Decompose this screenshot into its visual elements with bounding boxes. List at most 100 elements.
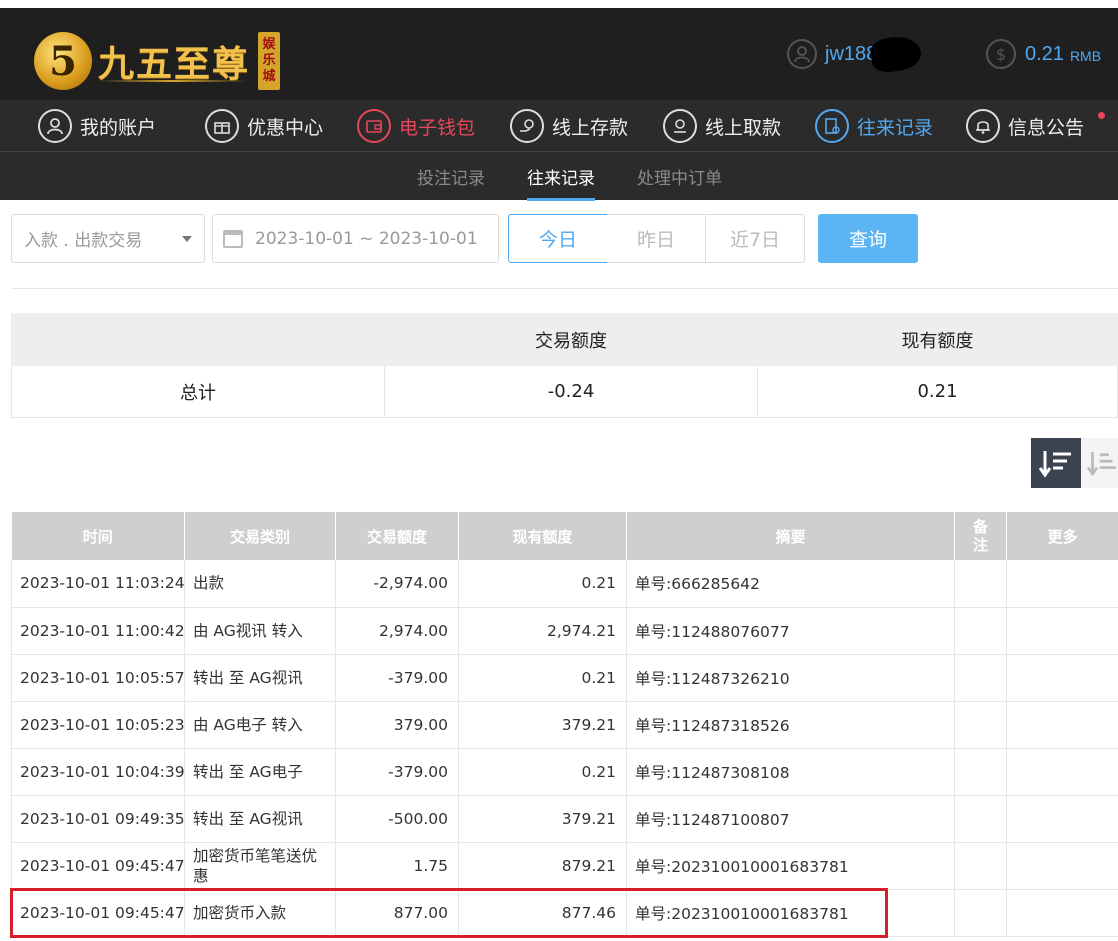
tab-transaction-records[interactable]: 往来记录 (527, 164, 595, 201)
cell-summary: 单号:202310010001683781 (626, 889, 955, 937)
logo-badge-char: 城 (262, 69, 276, 84)
period-7days-button[interactable]: 近7日 (705, 214, 805, 263)
cell-balance: 877.46 (458, 889, 627, 937)
nav-my-account[interactable]: 我的账户 (38, 108, 156, 144)
dollar-coin-icon: $ (986, 39, 1016, 69)
summary-total-amount: -0.24 (384, 365, 758, 418)
cell-amount: -379.00 (335, 748, 459, 796)
col-header-amount: 交易额度 (335, 512, 459, 560)
cell-summary: 单号:112488076077 (626, 607, 955, 655)
cell-amount: 1.75 (335, 842, 459, 890)
logo-badge-char: 娱 (262, 37, 276, 52)
summary-table: 交易额度 现有额度 总计 -0.24 0.21 (11, 313, 1118, 418)
chevron-down-icon (182, 236, 192, 242)
cell-more (1006, 842, 1118, 890)
logo-mark: 5 (34, 32, 92, 90)
table-row: 2023-10-01 10:05:57 转出 至 AG视讯 -379.00 0.21 单… (11, 654, 1118, 702)
col-header-balance: 现有额度 (458, 512, 627, 560)
cell-balance: 0.21 (458, 560, 627, 608)
cell-remark (954, 842, 1007, 890)
balance-value: 0.21 (1025, 42, 1064, 65)
cell-time: 2023-10-01 09:45:47 (11, 889, 185, 937)
cell-summary: 单号:112487308108 (626, 748, 955, 796)
cell-summary: 单号:112487318526 (626, 701, 955, 749)
nav-transaction-records[interactable]: 往来记录 (815, 108, 933, 144)
cell-summary: 单号:112487326210 (626, 654, 955, 702)
tab-bet-records[interactable]: 投注记录 (417, 164, 485, 200)
cell-summary: 单号:666285642 (626, 560, 955, 608)
logo-ornament (98, 80, 248, 82)
cell-type: 转出 至 AG视讯 (184, 795, 336, 843)
col-header-remark: 备注 (954, 512, 1007, 560)
top-header: 5 九五至尊 娱 乐 城 (0, 0, 1118, 100)
cell-time: 2023-10-01 10:05:57 (11, 654, 185, 702)
period-today-button[interactable]: 今日 (508, 214, 608, 263)
cell-type: 转出 至 AG视讯 (184, 654, 336, 702)
nav-promotions[interactable]: 优惠中心 (205, 108, 323, 144)
select-value: 入款 . 出款交易 (24, 231, 143, 251)
cell-more (1006, 748, 1118, 796)
cell-remark (954, 748, 1007, 796)
nav-label: 往来记录 (857, 116, 934, 139)
cell-more (1006, 889, 1118, 937)
nav-label: 电子钱包 (399, 116, 476, 139)
cell-balance: 379.21 (458, 795, 627, 843)
cell-time: 2023-10-01 11:00:42 (11, 607, 185, 655)
cell-type: 加密货币笔笔送优惠 (184, 842, 336, 890)
cell-remark (954, 701, 1007, 749)
cell-time: 2023-10-01 09:49:35 (11, 795, 185, 843)
date-range-input[interactable]: 2023-10-01 ~ 2023-10-01 (212, 214, 499, 263)
period-yesterday-button[interactable]: 昨日 (607, 214, 706, 263)
user-icon (38, 109, 72, 143)
cell-remark (954, 795, 1007, 843)
deposit-icon (510, 109, 544, 143)
table-row: 2023-10-01 09:49:35 转出 至 AG视讯 -500.00 379.2… (11, 795, 1118, 843)
nav-online-withdraw[interactable]: 线上取款 (663, 108, 781, 144)
cell-balance: 0.21 (458, 748, 627, 796)
notification-dot (1098, 112, 1105, 119)
col-header-type: 交易类别 (184, 512, 336, 560)
sort-asc-button[interactable] (1081, 438, 1118, 488)
cell-remark (954, 607, 1007, 655)
redacted-mark (869, 33, 924, 75)
nav-e-wallet[interactable]: 电子钱包 (357, 108, 475, 144)
table-row: 2023-10-01 09:45:47 加密货币笔笔送优惠 1.75 879.21 单号… (11, 842, 1118, 890)
table-row: 2023-10-01 10:04:39 转出 至 AG电子 -379.00 0.21 单… (11, 748, 1118, 796)
cell-amount: -2,974.00 (335, 560, 459, 608)
cell-time: 2023-10-01 10:05:23 (11, 701, 185, 749)
cell-more (1006, 607, 1118, 655)
sort-ascending-icon (1087, 452, 1117, 477)
site-logo[interactable]: 5 九五至尊 娱 乐 城 (34, 26, 281, 96)
user-icon (787, 39, 817, 69)
col-header-remark-label: 备注 (972, 518, 988, 554)
cell-balance: 0.21 (458, 654, 627, 702)
nav-label: 线上存款 (552, 116, 629, 139)
nav-label: 我的账户 (80, 116, 157, 139)
cell-balance: 879.21 (458, 842, 627, 890)
balance-info: $ 0.21 RMB (986, 36, 1101, 72)
table-row: 2023-10-01 11:00:42 由 AG视讯 转入 2,974.00 2,97… (11, 607, 1118, 655)
nav-label: 线上取款 (705, 116, 782, 139)
cell-type: 加密货币入款 (184, 889, 336, 937)
query-button[interactable]: 查询 (818, 214, 918, 263)
col-header-time: 时间 (11, 512, 185, 560)
nav-announcements[interactable]: 信息公告 (966, 108, 1084, 144)
logo-badge: 娱 乐 城 (258, 32, 281, 90)
cell-more (1006, 654, 1118, 702)
col-header-more: 更多 (1006, 512, 1118, 560)
logo-badge-char: 乐 (262, 53, 276, 68)
cell-remark (954, 560, 1007, 608)
sort-desc-button[interactable] (1031, 438, 1081, 488)
transaction-type-select[interactable]: 入款 . 出款交易 (11, 214, 205, 263)
cell-type: 由 AG视讯 转入 (184, 607, 336, 655)
cell-amount: 877.00 (335, 889, 459, 937)
cell-more (1006, 701, 1118, 749)
summary-total-label: 总计 (11, 365, 385, 418)
tab-pending-orders[interactable]: 处理中订单 (637, 164, 722, 200)
cell-balance: 379.21 (458, 701, 627, 749)
nav-online-deposit[interactable]: 线上存款 (510, 108, 628, 144)
summary-header-blank (11, 313, 385, 366)
cell-remark (954, 654, 1007, 702)
calendar-icon (223, 229, 243, 248)
user-info[interactable]: jw188 (787, 33, 924, 75)
